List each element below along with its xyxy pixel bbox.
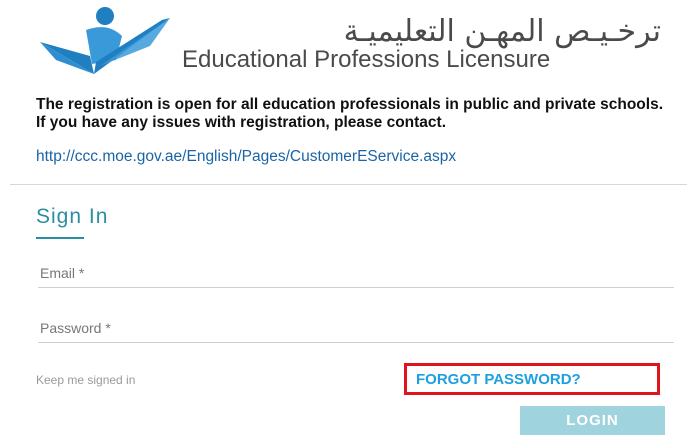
email-field[interactable] — [38, 258, 674, 287]
forgot-password-link[interactable]: FORGOT PASSWORD? — [416, 371, 581, 388]
email-field-wrapper — [38, 258, 674, 288]
registration-notice: The registration is open for all educati… — [36, 96, 664, 131]
divider — [10, 184, 687, 185]
keep-signed-in-toggle[interactable]: Keep me signed in — [36, 373, 135, 387]
title-arabic: ترخـيـص المهـن التعليميـة — [343, 14, 661, 49]
sign-in-underline — [36, 237, 84, 239]
figure-checkmark-logo-icon — [40, 7, 170, 74]
login-button[interactable]: LOGIN — [520, 406, 665, 435]
contact-link[interactable]: http://ccc.moe.gov.ae/English/Pages/Cust… — [36, 148, 456, 166]
password-field[interactable] — [38, 313, 674, 342]
title-english: Educational Professions Licensure — [182, 46, 551, 73]
sign-in-title: Sign In — [36, 205, 109, 228]
password-field-wrapper — [38, 313, 674, 343]
